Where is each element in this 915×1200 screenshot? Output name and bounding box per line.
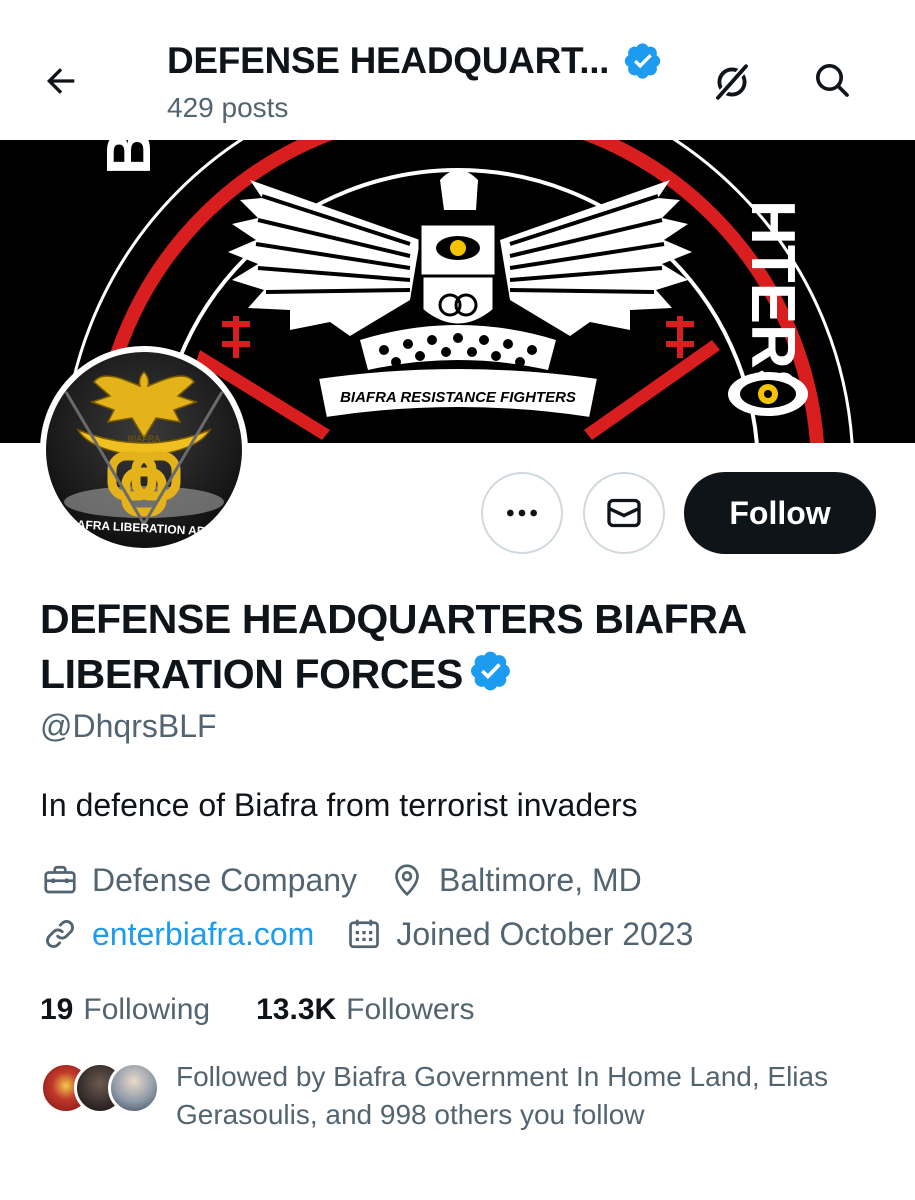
banner-ribbon-text: BIAFRA RESISTANCE FIGHTERS: [340, 389, 576, 406]
website-link[interactable]: enterbiafra.com: [92, 916, 314, 953]
profile-meta-row-2: enterbiafra.com Joined October 2023: [40, 914, 723, 954]
profile-meta-row-1: Defense Company Baltimore, MD: [40, 860, 672, 900]
follower-avatar: [108, 1062, 160, 1114]
following-count: 19: [40, 993, 74, 1026]
location-pin-icon: [395, 864, 419, 897]
category-text: Defense Company: [92, 861, 358, 898]
category-item: Defense Company: [40, 860, 357, 900]
back-button[interactable]: [38, 58, 84, 104]
followed-by-text: Followed by Biafra Government In Home La…: [176, 1061, 829, 1130]
verified-badge-icon: [470, 651, 510, 691]
header-post-count: 429 posts: [167, 92, 289, 123]
follow-button[interactable]: Follow: [684, 472, 876, 554]
briefcase-icon: [44, 865, 76, 894]
search-button[interactable]: [808, 56, 856, 104]
follow-counts: 19 Following 13.3K Followers: [40, 993, 521, 1027]
search-icon: [816, 64, 849, 97]
more-horizontal-icon: [507, 509, 537, 517]
followers-count: 13.3K: [256, 993, 337, 1026]
header-title: DEFENSE HEADQUART...: [167, 40, 610, 81]
message-button[interactable]: [583, 472, 665, 554]
profile-bio: In defence of Biafra from terrorist inva…: [40, 787, 638, 823]
grok-button[interactable]: [708, 58, 756, 106]
profile-avatar[interactable]: BIAFRA BIAFRA LIBERATION ARMY: [40, 346, 248, 554]
location-text: Baltimore, MD: [439, 861, 642, 898]
profile-name: DEFENSE HEADQUARTERS BIAFRA LIBERATION F…: [40, 592, 890, 702]
joined-text: Joined October 2023: [396, 915, 694, 952]
verified-badge-icon: [624, 43, 661, 79]
back-arrow-icon: [47, 68, 75, 94]
avatar-ribbon-text: BIAFRA: [128, 434, 161, 444]
profile-header: DEFENSE HEADQUART... 429 posts: [0, 0, 915, 140]
envelope-icon: [607, 498, 641, 528]
profile-handle: @DhqrsBLF: [40, 708, 217, 744]
link-icon: [46, 920, 74, 948]
calendar-icon: [349, 919, 380, 949]
avatar-image: BIAFRA BIAFRA LIBERATION ARMY: [46, 352, 242, 548]
more-options-button[interactable]: [481, 472, 563, 554]
profile-display-name: DEFENSE HEADQUARTERS BIAFRA LIBERATION F…: [40, 596, 746, 697]
avatar-caption-text: BIAFRA LIBERATION ARMY: [65, 517, 224, 539]
website-item[interactable]: enterbiafra.com: [40, 914, 314, 954]
following-link[interactable]: 19 Following: [40, 993, 210, 1027]
joined-item: Joined October 2023: [344, 914, 693, 954]
followers-link[interactable]: 13.3K Followers: [256, 993, 474, 1027]
following-label: Following: [83, 993, 211, 1026]
location-item: Baltimore, MD: [387, 860, 642, 900]
header-title-row: DEFENSE HEADQUART...: [167, 40, 663, 82]
followers-label: Followers: [346, 993, 475, 1026]
banner-text-left: BIAFRA: [95, 140, 164, 175]
grok-icon: [714, 62, 750, 102]
avatar-emblem: BIAFRA BIAFRA LIBERATION ARMY: [64, 370, 224, 539]
